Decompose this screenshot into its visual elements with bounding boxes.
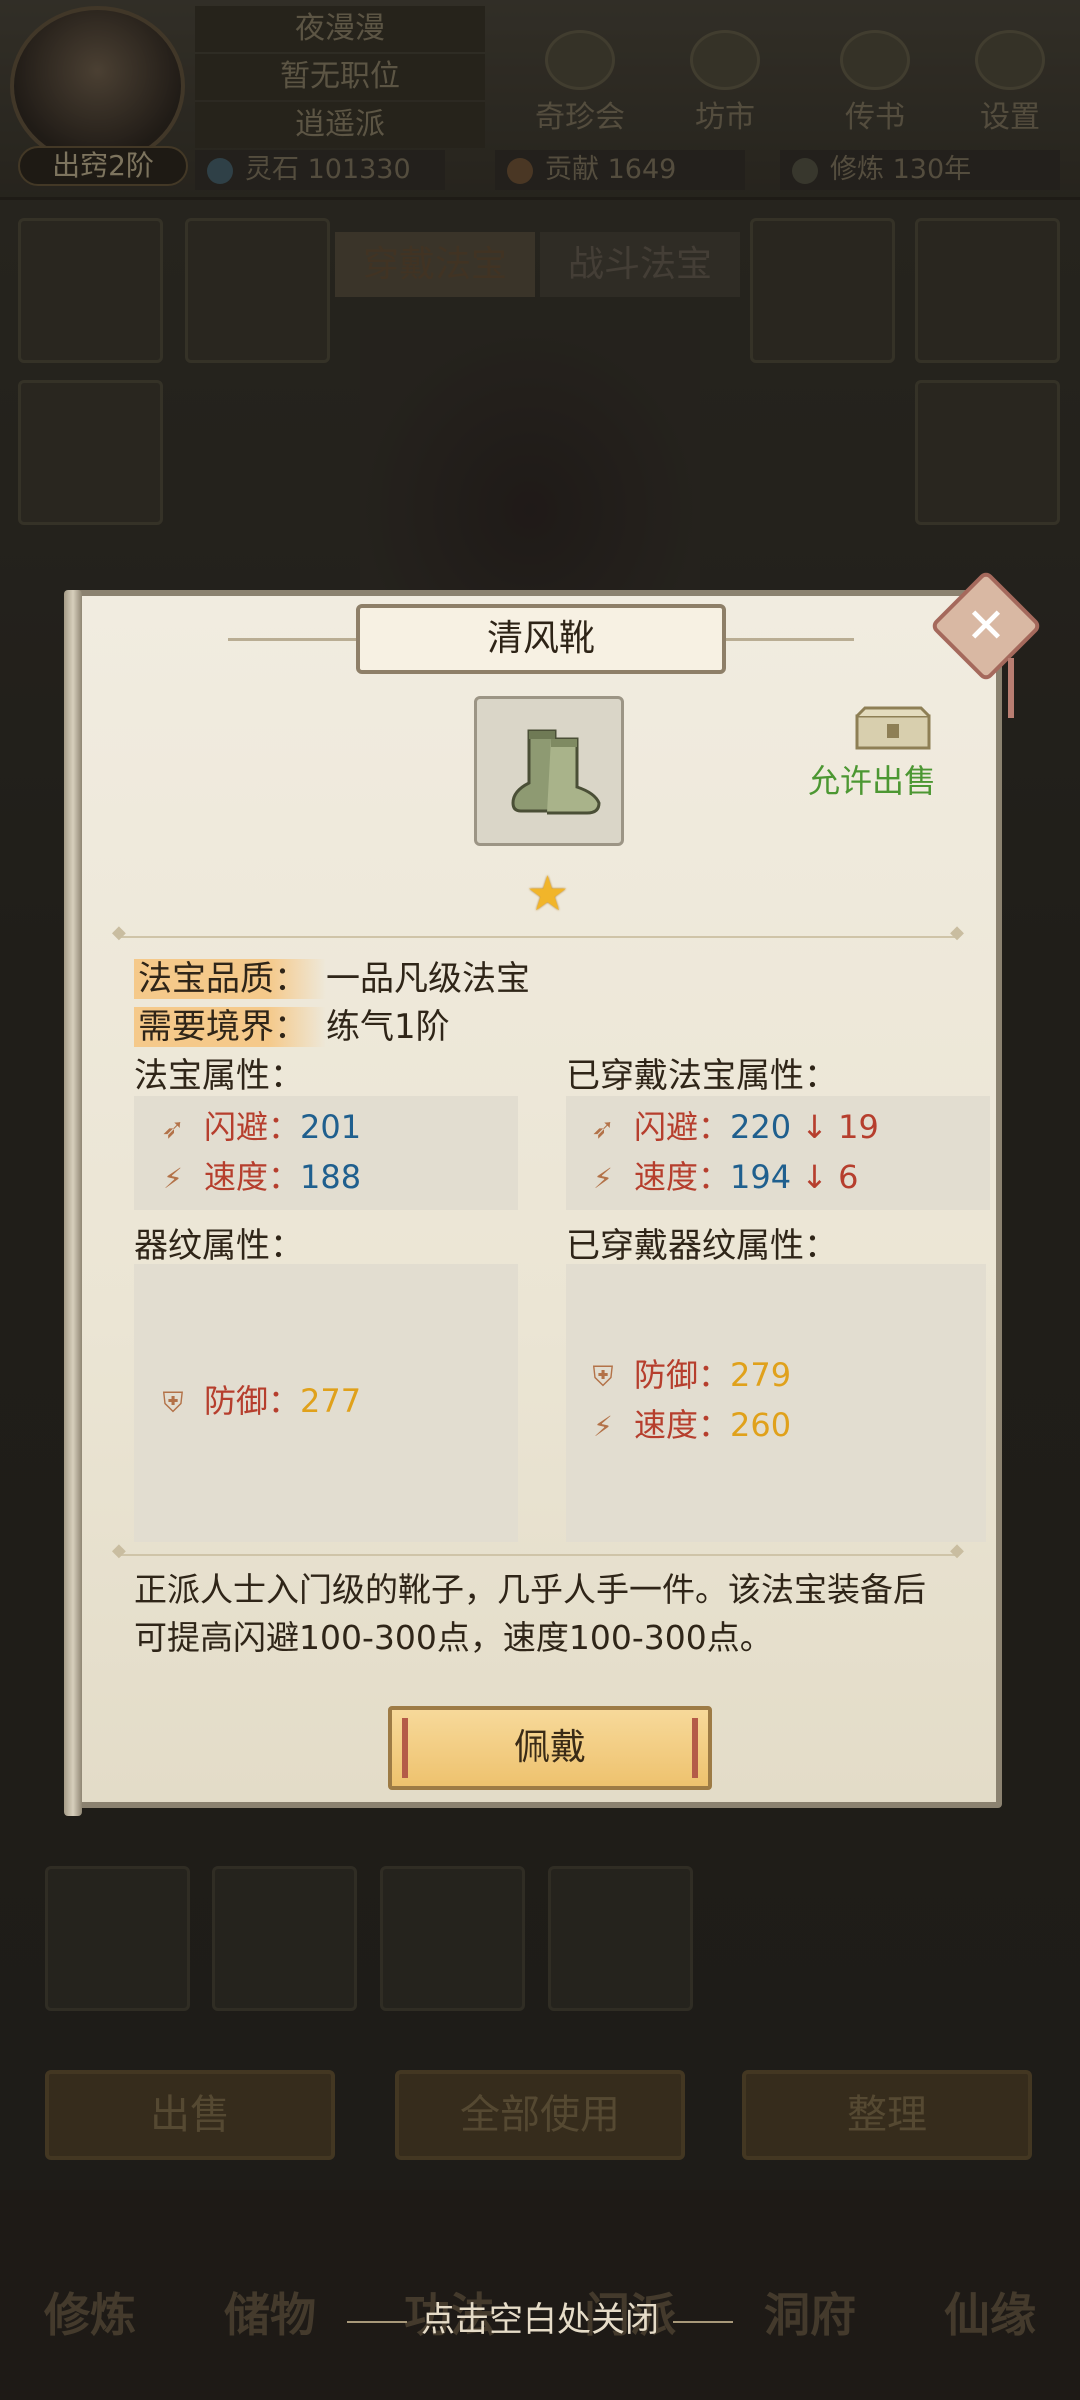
worn-pattern-stat-defense: ⛨ 防御：279 bbox=[586, 1350, 791, 1396]
stat-value: 201 bbox=[300, 1108, 362, 1146]
worn-attr-header: 已穿戴法宝属性： bbox=[566, 1056, 838, 1096]
pattern-header: 器纹属性： bbox=[134, 1226, 304, 1266]
stat-name: 速度： bbox=[634, 1406, 731, 1444]
stat-value: 260 bbox=[730, 1406, 792, 1444]
stat-name: 速度： bbox=[634, 1158, 731, 1196]
realm-row: 需要境界： 练气1阶 bbox=[134, 999, 450, 1048]
divider bbox=[724, 638, 854, 641]
stat-name: 防御： bbox=[634, 1356, 731, 1394]
divider bbox=[112, 922, 964, 943]
stat-value: 188 bbox=[300, 1158, 362, 1196]
worn-pattern-stat-speed: ⚡ 速度：260 bbox=[586, 1400, 791, 1446]
tassel-decoration bbox=[1008, 658, 1014, 718]
stat-diff: ↓ 6 bbox=[801, 1158, 859, 1196]
pattern-stat-defense: ⛨ 防御：277 bbox=[156, 1376, 361, 1422]
quality-value: 一品凡级法宝 bbox=[326, 959, 530, 999]
stat-value: 194 bbox=[730, 1158, 792, 1196]
worn-pattern-header: 已穿戴器纹属性： bbox=[566, 1226, 838, 1266]
close-hint: 点击空白处关闭 bbox=[0, 2292, 1080, 2341]
divider bbox=[673, 2320, 733, 2323]
speed-icon: ⚡ bbox=[593, 1410, 613, 1443]
speed-icon: ⚡ bbox=[593, 1162, 613, 1195]
item-detail-dialog: 清风靴 ✕ 允许出售 ★ 法宝品质：一品凡级法宝 需要境界：练气1阶 法宝属性：… bbox=[64, 569, 1043, 1816]
realm-value: 练气1阶 bbox=[326, 1007, 450, 1047]
divider bbox=[228, 638, 358, 641]
worn-stat-speed: ⚡ 速度：194 ↓ 6 bbox=[586, 1152, 858, 1198]
shield-icon: ⛨ bbox=[592, 1360, 614, 1393]
scroll-rod bbox=[64, 590, 82, 1816]
item-description: 正派人士入门级的靴子，几乎人手一件。该法宝装备后可提高闪避100-300点，速度… bbox=[134, 1570, 926, 1657]
quality-label: 法宝品质： bbox=[134, 959, 326, 999]
stat-name: 防御： bbox=[204, 1382, 301, 1420]
stat-value: 277 bbox=[300, 1382, 362, 1420]
dodge-icon: ➶ bbox=[161, 1112, 185, 1145]
stat-name: 闪避： bbox=[204, 1108, 301, 1146]
stat-name: 速度： bbox=[204, 1158, 301, 1196]
close-hint-text: 点击空白处关闭 bbox=[421, 2300, 659, 2340]
star-icon: ★ bbox=[526, 866, 570, 922]
treasure-attr-header: 法宝属性： bbox=[134, 1056, 304, 1096]
dodge-icon: ➶ bbox=[591, 1112, 615, 1145]
stat-dodge: ➶ 闪避：201 bbox=[156, 1102, 361, 1148]
quality-row: 法宝品质： 一品凡级法宝 bbox=[134, 951, 530, 1000]
speed-icon: ⚡ bbox=[163, 1162, 183, 1195]
divider bbox=[347, 2320, 407, 2323]
stat-speed: ⚡ 速度：188 bbox=[156, 1152, 361, 1198]
stat-value: 220 bbox=[730, 1108, 792, 1146]
treasure-chest-icon bbox=[855, 706, 931, 750]
item-image-frame bbox=[474, 696, 624, 846]
stat-value: 279 bbox=[730, 1356, 792, 1394]
shield-icon: ⛨ bbox=[162, 1386, 184, 1419]
stat-name: 闪避： bbox=[634, 1108, 731, 1146]
boots-icon bbox=[511, 729, 601, 815]
sellable-label: 允许出售 bbox=[808, 762, 937, 800]
close-icon: ✕ bbox=[965, 598, 1007, 654]
equip-button[interactable]: 佩戴 bbox=[388, 1706, 712, 1790]
stat-diff: ↓ 19 bbox=[801, 1108, 879, 1146]
divider bbox=[112, 1540, 964, 1561]
realm-label: 需要境界： bbox=[134, 1007, 326, 1047]
worn-stat-dodge: ➶ 闪避：220 ↓ 19 bbox=[586, 1102, 879, 1148]
item-title: 清风靴 bbox=[356, 604, 726, 674]
